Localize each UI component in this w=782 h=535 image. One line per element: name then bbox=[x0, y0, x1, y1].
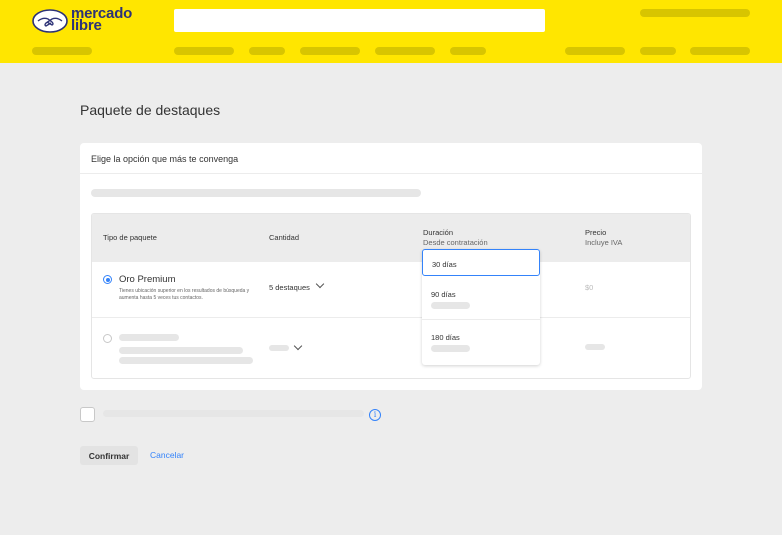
package-radio-selected[interactable] bbox=[103, 275, 112, 284]
terms-checkbox[interactable] bbox=[80, 407, 95, 422]
column-header-price: Precio Incluye IVA bbox=[585, 228, 623, 247]
package-description: Tienes ubicación superior en los resulta… bbox=[119, 288, 250, 301]
package-price: $0 bbox=[585, 283, 594, 292]
package-table: Tipo de paquete Cantidad Duración Desde … bbox=[91, 213, 691, 379]
handshake-icon bbox=[32, 9, 68, 33]
loading-placeholder bbox=[431, 345, 470, 352]
loading-placeholder bbox=[103, 410, 364, 417]
nav-item-placeholder[interactable] bbox=[640, 47, 676, 55]
cancel-link[interactable]: Cancelar bbox=[150, 450, 184, 460]
loading-placeholder bbox=[585, 344, 605, 350]
loading-placeholder[interactable] bbox=[269, 345, 289, 351]
divider bbox=[80, 173, 702, 174]
loading-placeholder bbox=[91, 189, 421, 197]
loading-placeholder bbox=[119, 357, 253, 364]
column-header-duration: Duración Desde contratación bbox=[423, 228, 488, 247]
search-input[interactable] bbox=[174, 9, 545, 32]
nav-item-placeholder[interactable] bbox=[450, 47, 486, 55]
chevron-down-icon[interactable] bbox=[315, 279, 325, 289]
chevron-down-icon[interactable] bbox=[293, 341, 303, 351]
column-header-quantity: Cantidad bbox=[269, 233, 300, 242]
duration-option-30[interactable]: 30 días bbox=[422, 249, 540, 276]
quantity-select[interactable]: 5 destaques bbox=[269, 283, 310, 292]
package-name: Oro Premium bbox=[119, 274, 176, 285]
duration-option-180[interactable]: 180 días bbox=[422, 320, 540, 364]
column-header-type: Tipo de paquete bbox=[103, 233, 157, 242]
mercadolibre-logo[interactable]: mercado libre bbox=[32, 6, 132, 35]
page-title: Paquete de destaques bbox=[80, 102, 221, 118]
confirm-button[interactable]: Confirmar bbox=[80, 446, 138, 465]
quantity-value: 5 destaques bbox=[269, 283, 310, 292]
loading-placeholder bbox=[119, 347, 243, 354]
duration-option-90[interactable]: 90 días bbox=[422, 277, 540, 317]
nav-item-placeholder[interactable] bbox=[32, 47, 92, 55]
package-card: Elige la opción que más te convenga Tipo… bbox=[80, 143, 702, 390]
user-menu-placeholder[interactable] bbox=[640, 9, 750, 17]
header: mercado libre bbox=[0, 0, 782, 63]
loading-placeholder bbox=[119, 334, 179, 341]
duration-dropdown[interactable]: 30 días 90 días 180 días bbox=[422, 249, 540, 365]
nav-item-placeholder[interactable] bbox=[300, 47, 360, 55]
table-header: Tipo de paquete Cantidad Duración Desde … bbox=[92, 214, 690, 262]
nav-item-placeholder[interactable] bbox=[375, 47, 435, 55]
info-icon[interactable]: i bbox=[369, 409, 381, 421]
package-radio[interactable] bbox=[103, 334, 112, 343]
nav-item-placeholder[interactable] bbox=[249, 47, 285, 55]
nav-item-placeholder[interactable] bbox=[174, 47, 234, 55]
nav-item-placeholder[interactable] bbox=[690, 47, 750, 55]
nav-item-placeholder[interactable] bbox=[565, 47, 625, 55]
row-divider bbox=[92, 317, 690, 318]
card-title: Elige la opción que más te convenga bbox=[91, 154, 239, 164]
loading-placeholder bbox=[431, 302, 470, 309]
